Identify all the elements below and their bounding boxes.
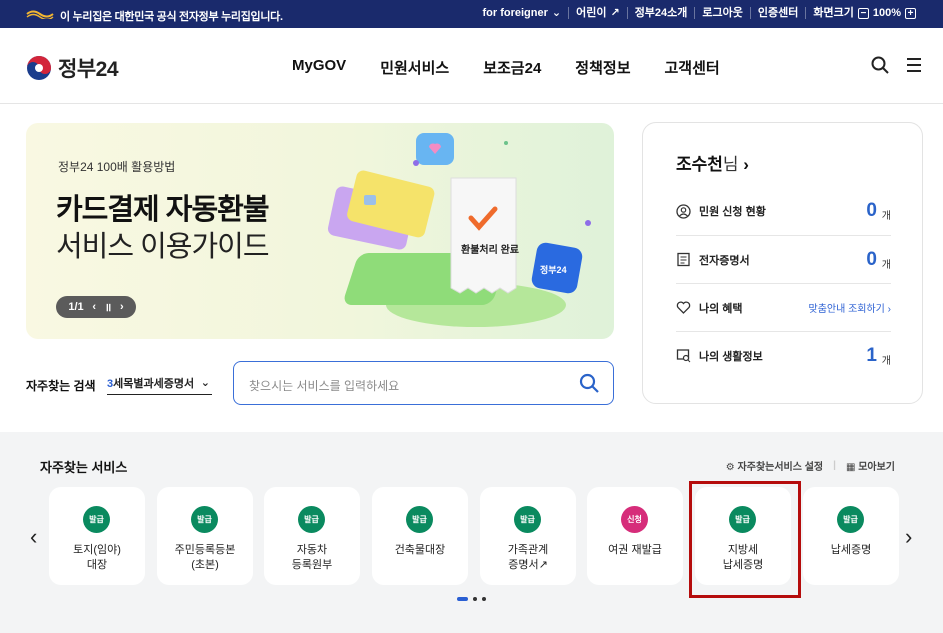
promo-banner[interactable]: 정부24 100배 활용방법 카드결제 자동환불 서비스 이용가이드 1/1 ‹…	[26, 123, 614, 339]
frequent-services-title: 자주찾는 서비스	[40, 460, 128, 475]
banner-title: 카드결제 자동환불	[56, 194, 269, 226]
logout-link[interactable]: 로그아웃	[694, 7, 749, 19]
gov-notice-text: 이 누리집은 대한민국 공식 전자정부 누리집입니다.	[60, 11, 283, 23]
main-nav: MyGOV 민원서비스 보조금24 정책정보 고객센터	[292, 57, 754, 78]
pause-icon[interactable]: ॥	[105, 300, 112, 315]
gear-icon: ⚙	[725, 462, 735, 473]
nav-civil-service[interactable]: 민원서비스	[380, 57, 449, 78]
taegeuk-icon	[27, 56, 51, 80]
carousel-prev-icon[interactable]: ‹	[30, 524, 37, 550]
external-link-icon: ↗	[610, 7, 620, 19]
menu-icon[interactable]	[905, 56, 923, 74]
carousel-dots[interactable]	[457, 597, 486, 601]
e-certificate[interactable]: 전자증명서 0 개	[676, 235, 891, 283]
zoom-out-button[interactable]: −	[857, 7, 869, 19]
my-life-info[interactable]: 나의 생활정보 1 개	[676, 331, 891, 379]
monitor-search-icon	[676, 349, 691, 363]
search-box: 찾으시는 서비스를 입력하세요	[233, 361, 614, 405]
external-link-icon: ↗	[538, 559, 548, 571]
civil-application-status[interactable]: 민원 신청 현황 0 개	[676, 187, 891, 235]
service-card-resident-register[interactable]: 발급 주민등록등본 (초본)	[157, 487, 253, 585]
frequent-search-label: 자주찾는 검색	[26, 379, 96, 393]
chevron-down-icon: ⌄	[551, 7, 562, 19]
brand-name: 정부24	[58, 58, 119, 81]
user-panel: 조수천님 › 민원 신청 현황 0 개 전자증명서 0 개 나의 혜택 맞춤안내…	[642, 122, 923, 404]
service-card-family-cert[interactable]: 발급 가족관계 증명서↗	[480, 487, 576, 585]
kids-link[interactable]: 어린이 ↗	[568, 7, 627, 19]
nav-policy[interactable]: 정책정보	[575, 57, 630, 78]
top-notice-bar: 이 누리집은 대한민국 공식 전자정부 누리집입니다. for foreigne…	[0, 0, 943, 28]
art-text: 환불처리 완료	[461, 243, 519, 256]
carousel-next-icon[interactable]: ›	[905, 524, 912, 550]
site-header: 정부24 MyGOV 민원서비스 보조금24 정책정보 고객센터	[0, 28, 943, 104]
frequent-search-select[interactable]: 3세목별과세증명서 ⌄	[107, 375, 212, 395]
art-badge: 정부24	[540, 264, 567, 275]
highlight-box	[689, 481, 801, 598]
refund-illustration: 환불처리 완료 정부24	[327, 133, 591, 327]
banner-pager: 1/1 ‹ ॥ ›	[56, 296, 136, 318]
custom-guide-link[interactable]: 맞춤안내 조회하기 ›	[809, 300, 892, 315]
grid-icon: ▦	[845, 462, 856, 473]
service-card-land-register[interactable]: 발급 토지(임야) 대장	[49, 487, 145, 585]
chevron-down-icon: ⌄	[200, 377, 210, 389]
nav-customer-center[interactable]: 고객센터	[665, 57, 720, 78]
search-icon[interactable]	[579, 373, 599, 393]
prev-icon[interactable]: ‹	[92, 301, 96, 313]
home-logo[interactable]: 정부24	[26, 53, 119, 83]
chevron-right-icon: ›	[743, 155, 749, 174]
service-card-building-register[interactable]: 발급 건축물대장	[372, 487, 468, 585]
search-icon[interactable]	[871, 56, 889, 74]
zoom-control: 화면크기 −100% +	[805, 7, 923, 19]
banner-subtitle: 서비스 이용가이드	[56, 231, 269, 263]
banner-eyebrow: 정부24 100배 활용방법	[58, 160, 176, 174]
service-card-tax-payment[interactable]: 발급 납세증명	[803, 487, 899, 585]
service-card-passport[interactable]: 신청 여권 재발급	[587, 487, 683, 585]
document-icon	[677, 252, 690, 267]
search-input[interactable]: 찾으시는 서비스를 입력하세요	[249, 377, 399, 394]
gov-mark-icon	[26, 10, 54, 19]
heart-icon	[676, 301, 691, 314]
zoom-level: 100%	[872, 7, 901, 19]
view-all-button[interactable]: ▦ 모아보기	[846, 458, 895, 473]
for-foreigner-link[interactable]: for foreigner ⌄	[475, 7, 568, 19]
zoom-in-button[interactable]: +	[905, 7, 916, 19]
user-circle-icon	[676, 203, 691, 219]
nav-subsidy[interactable]: 보조금24	[483, 57, 541, 78]
user-name[interactable]: 조수천님 ›	[676, 150, 749, 175]
about-link[interactable]: 정부24소개	[626, 7, 695, 19]
service-card-car-register[interactable]: 발급 자동차 등록원부	[264, 487, 360, 585]
cert-center-link[interactable]: 인증센터	[749, 7, 805, 19]
service-setting-button[interactable]: ⚙ 자주찾는서비스 설정	[726, 458, 823, 473]
nav-mygov[interactable]: MyGOV	[292, 57, 346, 78]
next-icon[interactable]: ›	[120, 301, 124, 313]
my-benefits[interactable]: 나의 혜택 맞춤안내 조회하기 ›	[676, 283, 891, 331]
